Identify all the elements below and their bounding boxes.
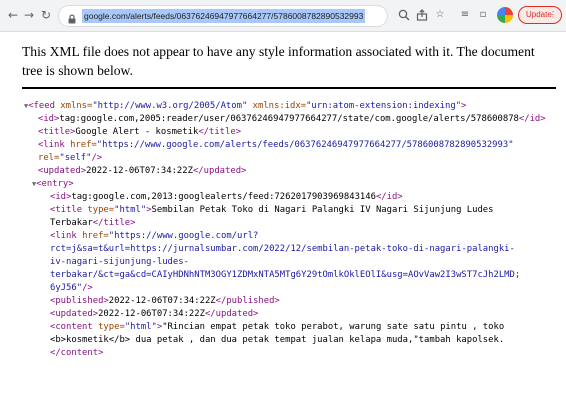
xml-attr-name: type=: [87, 205, 115, 215]
xml-attr-value: "urn:atom-extension:indexing": [306, 101, 462, 111]
feed-link-line: <link href="https://www.google.com/alert…: [38, 139, 514, 152]
share-icon[interactable]: [415, 8, 429, 22]
xml-tag: />: [91, 153, 103, 163]
more-menu-icon: ⋮: [549, 10, 557, 19]
entry-title-line: <title type="html">Sembilan Petak Toko d…: [50, 204, 494, 217]
feed-open-line: ▼<feed xmlns="http://www.w3.org/2005/Ato…: [24, 100, 466, 113]
xml-tag: <content: [50, 322, 99, 332]
xml-tag: <id>: [38, 114, 60, 124]
entry-link-cont-line: terbakar/&ct=ga&cd=CAIyHDNhNTM3OGY1ZDMxN…: [50, 269, 520, 282]
feed-updated-line: <updated>2022-12-06T07:34:22Z</updated>: [38, 165, 246, 178]
xml-tag: <link: [50, 231, 83, 241]
xml-attr-name: href=: [70, 140, 97, 150]
xml-tag: </updated>: [192, 166, 247, 176]
xml-text: tag:google.com,2005:reader/user/06376246…: [59, 114, 519, 124]
update-label: Update: [526, 10, 552, 19]
notice-divider: [22, 87, 556, 89]
xml-tag: </title>: [198, 127, 242, 137]
xml-text: "Rincian empat petak toko perabot, warun…: [162, 322, 505, 332]
xml-style-notice: This XML file does not appear to have an…: [22, 44, 535, 78]
xml-attr-name: href=: [82, 231, 109, 241]
xml-text: <b>kosmetik</b> dua petak , dan dua peta…: [50, 335, 505, 345]
profile-avatar[interactable]: [497, 7, 513, 23]
back-arrow-icon[interactable]: ←: [6, 8, 20, 22]
xml-tag: </title>: [92, 218, 136, 228]
xml-tag: >: [461, 101, 467, 111]
xml-text: Sembilan Petak Toko di Nagari Palangki I…: [151, 205, 494, 215]
address-bar[interactable]: google.com/alerts/feeds/0637624694797766…: [58, 5, 388, 27]
xml-attr-name: xmlns:idx=: [247, 101, 307, 111]
bookmark-star-icon[interactable]: ☆: [433, 8, 447, 22]
xml-attr-value: "html": [124, 322, 157, 332]
entry-link-line: <link href="https://www.google.com/url?: [50, 230, 258, 243]
lock-icon: [66, 10, 78, 24]
entry-link-end-line: 6yJ56"/>: [50, 282, 93, 295]
entry-content-line: <content type="html">"Rincian empat peta…: [50, 321, 504, 334]
extensions-icon[interactable]: ≡: [458, 8, 472, 22]
xml-tree: ▼<feed xmlns="http://www.w3.org/2005/Ato…: [0, 97, 566, 409]
update-button[interactable]: Update ⋮: [518, 6, 562, 24]
browser-toolbar: ← → ↻ google.com/alerts/feeds/0637624694…: [0, 0, 566, 32]
xml-tag: </content>: [50, 348, 104, 358]
entry-link-cont-line: iv-nagari-sijunjung-ludes-: [50, 256, 189, 269]
xml-attr-value: "https://www.google.com/alerts/feeds/063…: [96, 140, 514, 150]
xml-attr-value: "https://www.google.com/url?: [108, 231, 259, 241]
feed-link-rel-line: rel="self"/>: [38, 152, 102, 165]
xml-text: 2022-12-06T07:34:22Z: [86, 166, 193, 176]
xml-tag: </id>: [518, 114, 546, 124]
xml-tag: <title>: [38, 127, 76, 137]
entry-content-end-line: </content>: [50, 347, 103, 360]
xml-attr-value: "html": [114, 205, 147, 215]
xml-tag: <published>: [50, 296, 109, 306]
xml-attr-value: 6yJ56": [50, 283, 83, 293]
xml-tag: </id>: [375, 192, 403, 202]
xml-tag: <link: [38, 140, 71, 150]
xml-text: Google Alert - kosmetik: [75, 127, 199, 137]
xml-tag: </published>: [215, 296, 280, 306]
entry-open-line: ▼<entry>: [32, 178, 74, 191]
entry-title-cont-line: Terbakar</title>: [50, 217, 136, 230]
xml-attr-name: xmlns=: [60, 101, 93, 111]
url-text[interactable]: google.com/alerts/feeds/0637624694797766…: [82, 9, 366, 23]
xml-text: tag:google.com,2013:googlealerts/feed:72…: [71, 192, 376, 202]
xml-attr-value: terbakar/&ct=ga&cd=CAIyHDNhNTM3OGY1ZDMxN…: [50, 270, 521, 280]
xml-text: 2022-12-06T07:34:22Z: [108, 296, 216, 306]
xml-attr-value: rct=j&sa=t&url=https://jurnalsumbar.com/…: [50, 244, 515, 254]
xml-attr-name: rel=: [38, 153, 60, 163]
xml-attr-value: iv-nagari-sijunjung-ludes-: [50, 257, 189, 267]
xml-tag: <feed: [28, 101, 61, 111]
entry-link-cont-line: rct=j&sa=t&url=https://jurnalsumbar.com/…: [50, 243, 515, 256]
entry-content-cont-line: <b>kosmetik</b> dua petak , dan dua peta…: [50, 334, 504, 347]
forward-arrow-icon[interactable]: →: [22, 8, 36, 22]
xml-tag: <updated>: [50, 309, 99, 319]
feed-id-line: <id>tag:google.com,2005:reader/user/0637…: [38, 113, 546, 126]
xml-tag: <title: [50, 205, 88, 215]
xml-text: Terbakar: [50, 218, 93, 228]
side-panel-icon[interactable]: ▫: [476, 8, 490, 22]
reload-icon[interactable]: ↻: [39, 8, 53, 22]
xml-tag: <updated>: [38, 166, 87, 176]
xml-text: 2022-12-06T07:34:22Z: [98, 309, 205, 319]
entry-published-line: <published>2022-12-06T07:34:22Z</publish…: [50, 295, 280, 308]
xml-tag: <id>: [50, 192, 72, 202]
xml-attr-name: type=: [98, 322, 125, 332]
xml-tag: <entry>: [36, 179, 74, 189]
xml-tag: />: [82, 283, 93, 293]
xml-attr-value: "self": [59, 153, 92, 163]
entry-id-line: <id>tag:google.com,2013:googlealerts/fee…: [50, 191, 403, 204]
zoom-icon[interactable]: [397, 8, 411, 22]
feed-title-line: <title>Google Alert - kosmetik</title>: [38, 126, 241, 139]
xml-attr-value: "http://www.w3.org/2005/Atom": [92, 101, 248, 111]
xml-tag: </updated>: [204, 309, 259, 319]
entry-updated-line: <updated>2022-12-06T07:34:22Z</updated>: [50, 308, 258, 321]
